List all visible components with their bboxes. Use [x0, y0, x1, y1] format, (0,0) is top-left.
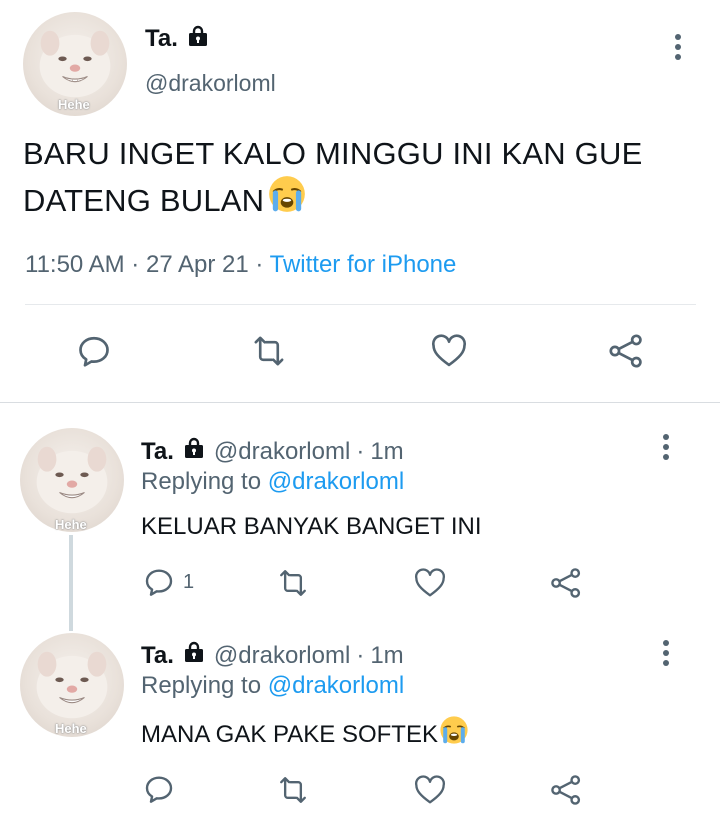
lock-icon	[186, 24, 210, 53]
thread-line	[69, 535, 73, 631]
avatar-caption: Hehe	[58, 97, 90, 112]
reply-count: 1	[183, 570, 195, 593]
retweet-icon	[254, 336, 284, 366]
reply-display-name[interactable]: Ta.	[141, 642, 174, 670]
reply-handle[interactable]: @drakorloml	[214, 438, 350, 466]
tweet-source-link[interactable]: Twitter for iPhone	[270, 251, 457, 278]
share-icon	[551, 568, 581, 598]
reply-header: Ta. @drakorloml · 1m	[141, 436, 404, 467]
like-icon	[415, 568, 445, 597]
retweet-icon	[280, 777, 306, 803]
share-icon	[551, 775, 581, 805]
like-button[interactable]	[413, 775, 447, 805]
reply-time[interactable]: 1m	[370, 642, 403, 670]
main-handle[interactable]: @drakorloml	[145, 70, 276, 97]
reply-button[interactable]	[143, 773, 175, 805]
main-display-name: Ta.	[145, 24, 178, 52]
like-icon	[432, 334, 466, 367]
reply-icon	[79, 336, 109, 367]
share-button[interactable]	[549, 773, 583, 807]
retweet-button[interactable]	[276, 774, 310, 806]
replying-to-mention[interactable]: @drakorloml	[268, 468, 404, 495]
tweet-date: 27 Apr 21	[145, 251, 249, 278]
reply-time[interactable]: 1m	[370, 438, 403, 466]
reply-icon	[145, 776, 173, 803]
tweet-time: 11:50 AM	[25, 251, 125, 278]
main-tweet-text: BARU INGET KALO MINGGU INI KAN GUE DATEN…	[23, 132, 703, 230]
replying-to-mention[interactable]: @drakorloml	[268, 672, 404, 699]
more-options-icon[interactable]	[674, 34, 682, 64]
lock-icon	[182, 640, 206, 671]
avatar-caption: Hehe	[55, 517, 87, 532]
replying-to: Replying to @drakorloml	[141, 468, 405, 495]
more-options-icon[interactable]	[662, 434, 670, 464]
avatar-caption: Hehe	[55, 721, 87, 736]
reply-text: MANA GAK PAKE SOFTEK	[141, 716, 470, 755]
section-divider	[0, 402, 720, 403]
reply-display-name[interactable]: Ta.	[141, 438, 174, 466]
retweet-icon	[280, 570, 306, 596]
like-button[interactable]	[413, 568, 447, 598]
main-author[interactable]: Ta.	[145, 24, 210, 53]
reply-button[interactable]: 1	[143, 566, 194, 598]
reply-handle[interactable]: @drakorloml	[214, 642, 350, 670]
replying-to: Replying to @drakorloml	[141, 672, 405, 699]
retweet-button[interactable]	[250, 333, 288, 369]
tweet-meta: 11:50 AM · 27 Apr 21 · Twitter for iPhon…	[25, 251, 457, 278]
share-button[interactable]	[607, 332, 645, 370]
share-icon	[609, 334, 642, 368]
share-button[interactable]	[549, 566, 583, 600]
reply-text: KELUAR BANYAK BANGET INI	[141, 513, 482, 540]
reply-header: Ta. @drakorloml · 1m	[141, 640, 404, 671]
like-button[interactable]	[430, 334, 468, 368]
reply-body: MANA GAK PAKE SOFTEK	[141, 720, 438, 748]
more-options-icon[interactable]	[662, 640, 670, 670]
divider	[25, 304, 696, 305]
crying-face-emoji	[266, 173, 308, 227]
like-icon	[415, 775, 445, 804]
reply-button[interactable]	[76, 333, 112, 369]
crying-face-emoji	[438, 714, 470, 753]
lock-icon	[182, 436, 206, 467]
reply-icon	[145, 569, 173, 596]
retweet-button[interactable]	[276, 567, 310, 599]
main-tweet-body: BARU INGET KALO MINGGU INI KAN GUE DATEN…	[23, 136, 643, 219]
